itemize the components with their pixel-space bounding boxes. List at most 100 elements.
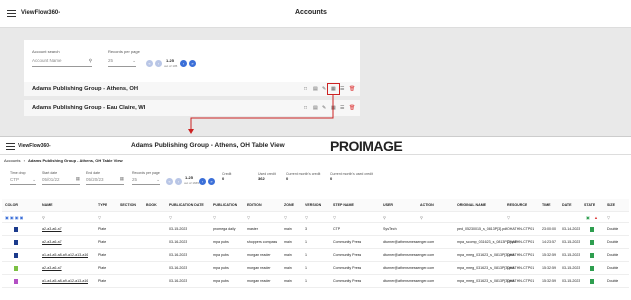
last-page-button[interactable]: » bbox=[208, 178, 215, 185]
color-swatch bbox=[14, 266, 18, 271]
cell-publication: mpa pubs bbox=[213, 253, 229, 257]
cell-step: CTP bbox=[333, 227, 341, 231]
color-filter-icons[interactable]: ▣ ▣ ▣ ▣ bbox=[5, 212, 23, 223]
cell-original: mpa_mreg_031623_s_0813P[3].pdf bbox=[457, 266, 515, 270]
cell-resource: OHATHN-CTP01 bbox=[507, 240, 535, 244]
version-filter-icon[interactable]: ▽ bbox=[305, 212, 308, 223]
cell-publication: mpa pubs bbox=[213, 279, 229, 283]
col-publication[interactable]: PUBLICATION bbox=[213, 199, 237, 212]
color-swatch bbox=[14, 253, 18, 258]
table-row[interactable]: a2-a3-a6-a7 Plate 03-16-2023 mpa pubs shoppe… bbox=[2, 236, 629, 249]
action-filter-icon[interactable]: ⚲ bbox=[420, 212, 423, 223]
col-book[interactable]: BOOK bbox=[146, 199, 157, 212]
table-header-row: COLOR NAME TYPE SECTION BOOK PUBLICATION… bbox=[2, 199, 629, 212]
cell-zone: main bbox=[284, 266, 292, 270]
step-filter-icon[interactable]: ▽ bbox=[333, 212, 336, 223]
cell-time: 15:32:59 bbox=[542, 253, 556, 257]
cell-edition: morgan reader bbox=[247, 253, 271, 257]
cell-publication: mpa pubs bbox=[213, 240, 229, 244]
time-drop-select[interactable]: CTP ⌄ bbox=[10, 177, 36, 185]
color-swatch bbox=[14, 240, 18, 245]
cell-edition: shoppers compass bbox=[247, 240, 278, 244]
table-row[interactable]: a1-a4-a5-a8-a9-a12-a13-a16 Plate 03-16-202… bbox=[2, 275, 629, 288]
cell-user: SysTech bbox=[383, 227, 397, 231]
next-page-button[interactable]: › bbox=[199, 178, 206, 185]
cell-original: ped_05230015_s_0813P[3].pdf bbox=[457, 227, 508, 231]
col-date[interactable]: DATE bbox=[562, 199, 572, 212]
cell-date: 03-15-2023 bbox=[562, 266, 581, 270]
cell-date: 03-15-2023 bbox=[562, 240, 581, 244]
cell-publication: mpa pubs bbox=[213, 266, 229, 270]
cell-edition: morgan reader bbox=[247, 279, 271, 283]
table-row[interactable]: a2-a3-a6-a7 Plate 03-16-2023 mpa pubs morgan… bbox=[2, 262, 629, 275]
col-version[interactable]: VERSION bbox=[305, 199, 321, 212]
cell-name[interactable]: a1-a4-a5-a8-a9-a12-a13-a16 bbox=[42, 249, 88, 262]
proimage-logo: PROIMAGE bbox=[330, 138, 403, 154]
col-zone[interactable]: ZONE bbox=[284, 199, 294, 212]
table-row[interactable]: a1-a4-a5-a8-a9-a12-a13-a16 Plate 03-16-202… bbox=[2, 249, 629, 262]
size-filter-icon[interactable]: ▽ bbox=[607, 212, 610, 223]
cell-version: 1 bbox=[305, 266, 307, 270]
chevron-down-icon: ⌄ bbox=[32, 177, 36, 182]
menu-icon[interactable] bbox=[6, 143, 15, 150]
cell-size: Double bbox=[607, 227, 619, 231]
cell-name[interactable]: a2-a3-a6-a7 bbox=[42, 223, 62, 236]
cell-time: 23:00:00 bbox=[542, 227, 556, 231]
resource-filter-icon[interactable]: ▽ bbox=[507, 212, 510, 223]
chevron-down-icon: ⌄ bbox=[156, 177, 160, 182]
breadcrumb-root[interactable]: Accounts bbox=[4, 158, 20, 163]
cell-size: Double bbox=[607, 279, 619, 283]
col-color[interactable]: COLOR bbox=[5, 199, 18, 212]
col-user[interactable]: USER bbox=[383, 199, 393, 212]
col-pubdate[interactable]: PUBLICATION DATE bbox=[169, 199, 204, 212]
name-filter-icon[interactable]: ⚲ bbox=[42, 212, 45, 223]
cell-user: dturner@athensmessenger.com bbox=[383, 266, 435, 270]
col-section[interactable]: SECTION bbox=[120, 199, 136, 212]
cell-name[interactable]: a2-a3-a6-a7 bbox=[42, 262, 62, 275]
cell-name[interactable]: a2-a3-a6-a7 bbox=[42, 236, 62, 249]
type-filter-icon[interactable]: ▽ bbox=[98, 212, 101, 223]
cell-time: 14:23:57 bbox=[542, 240, 556, 244]
publication-filter-icon[interactable]: ▽ bbox=[213, 212, 216, 223]
col-time[interactable]: TIME bbox=[542, 199, 551, 212]
cell-step: Community Press bbox=[333, 279, 362, 283]
state-filter-green-icon[interactable]: ▣ bbox=[586, 212, 590, 223]
cell-version: 1 bbox=[305, 253, 307, 257]
state-icon bbox=[590, 240, 594, 245]
table-view-panel: ViewFlow360- Adams Publishing Group - At… bbox=[0, 136, 631, 300]
cell-zone: main bbox=[284, 253, 292, 257]
color-swatch bbox=[14, 279, 18, 284]
breadcrumb: Accounts › Adams Publishing Group - Athe… bbox=[4, 158, 123, 163]
cell-time: 15:32:59 bbox=[542, 266, 556, 270]
col-resource[interactable]: RESOURCE bbox=[507, 199, 527, 212]
col-state[interactable]: STATE bbox=[584, 199, 595, 212]
pubdate-filter-icon[interactable]: ▽ bbox=[169, 212, 172, 223]
records-select[interactable]: 25 ⌄ bbox=[132, 177, 160, 185]
cell-type: Plate bbox=[98, 227, 107, 231]
app-name: ViewFlow360- bbox=[18, 143, 51, 149]
state-filter-red-icon[interactable]: ▲ bbox=[594, 212, 598, 223]
user-filter-icon[interactable]: ⚲ bbox=[383, 212, 386, 223]
col-action[interactable]: ACTION bbox=[420, 199, 434, 212]
cell-type: Plate bbox=[98, 279, 107, 283]
end-date-input[interactable]: 05/20/23 ▦ bbox=[86, 176, 124, 185]
cell-user: dturner@athensmessenger.com bbox=[383, 253, 435, 257]
start-date-input[interactable]: 05/01/22 ▦ bbox=[42, 176, 80, 185]
prev-page-button[interactable]: ‹ bbox=[175, 178, 182, 185]
table-row[interactable]: a2-a3-a6-a7 Plate 03-15-2023 promega daily m… bbox=[2, 223, 629, 236]
first-page-button[interactable]: « bbox=[166, 178, 173, 185]
records-label: Records per page bbox=[132, 171, 160, 175]
col-type[interactable]: TYPE bbox=[98, 199, 107, 212]
cell-date: 03-15-2023 bbox=[562, 279, 581, 283]
state-icon bbox=[590, 266, 594, 271]
col-step[interactable]: STEP NAME bbox=[333, 199, 354, 212]
col-original[interactable]: ORIGINAL NAME bbox=[457, 199, 486, 212]
stat-month-used-credit: Current month's used credit 0 bbox=[330, 172, 373, 181]
edition-filter-icon[interactable]: ▽ bbox=[247, 212, 250, 223]
col-size[interactable]: SIZE bbox=[607, 199, 615, 212]
zone-filter-icon[interactable]: ▽ bbox=[284, 212, 287, 223]
end-date-label: End date bbox=[86, 171, 101, 175]
col-edition[interactable]: EDITION bbox=[247, 199, 262, 212]
cell-name[interactable]: a1-a4-a5-a8-a9-a12-a13-a16 bbox=[42, 275, 88, 288]
col-name[interactable]: NAME bbox=[42, 199, 53, 212]
